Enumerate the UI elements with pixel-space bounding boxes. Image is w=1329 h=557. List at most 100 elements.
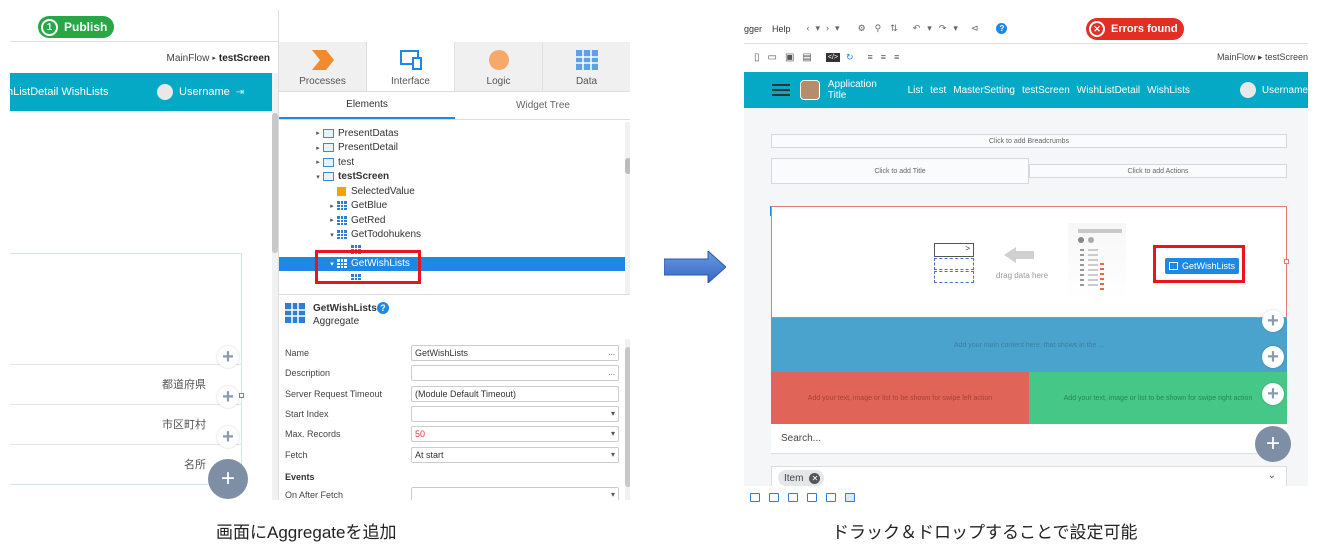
- nav-arrows-icon[interactable]: ‹▾›▾: [807, 23, 846, 34]
- add-content-plus-icon[interactable]: +: [1262, 383, 1284, 405]
- expand-caret-icon[interactable]: ▾: [327, 231, 337, 239]
- widget-tool-icon[interactable]: [769, 492, 779, 502]
- actions-placeholder[interactable]: Click to add Actions: [1029, 164, 1287, 178]
- publish-count-badge: 1: [41, 18, 58, 36]
- widget-tool-icon[interactable]: [845, 492, 855, 502]
- expand-caret-icon[interactable]: ▸: [313, 158, 323, 166]
- tree-item[interactable]: ▸ test: [279, 155, 625, 169]
- widget-tool-icon[interactable]: [826, 492, 836, 502]
- breadcrumbs-placeholder[interactable]: Click to add Breadcrumbs: [771, 134, 1287, 148]
- props-scrollbar[interactable]: [625, 339, 630, 500]
- prop-input[interactable]: 50 ▾: [411, 426, 619, 443]
- form-field-city[interactable]: 市区町村: [10, 404, 242, 444]
- widget-tool-icon[interactable]: [807, 492, 817, 502]
- menu-help[interactable]: Help: [772, 24, 791, 34]
- swipe-right-content[interactable]: Add your text, image or list to be shown…: [1029, 372, 1287, 424]
- logout-icon[interactable]: ⇥: [236, 87, 244, 98]
- prop-input[interactable]: At start ▾: [411, 446, 619, 463]
- header-links[interactable]: hListDetail WishLists: [10, 86, 157, 98]
- tree-item-label: GetRed: [351, 214, 386, 226]
- device-preview-icons[interactable]: ▯▭▣▤: [754, 52, 820, 63]
- header-nav-link[interactable]: test: [930, 85, 946, 96]
- tree-item-label: PresentDetail: [338, 142, 399, 153]
- prop-input[interactable]: GetWishLists...: [411, 345, 619, 361]
- tree-item-label: GetBlue: [351, 200, 388, 211]
- elements-subtabs: Elements Widget Tree: [279, 92, 630, 120]
- prop-input[interactable]: ▾: [411, 405, 619, 422]
- undo-redo-icon[interactable]: ↶▾↷▾: [913, 23, 965, 34]
- add-floating-button[interactable]: +: [1255, 426, 1291, 462]
- expand-caret-icon[interactable]: ▸: [327, 216, 337, 224]
- align-icons[interactable]: ≡≡≡: [868, 52, 908, 62]
- send-icon[interactable]: ⊲: [971, 23, 979, 34]
- resize-handle[interactable]: [1284, 259, 1289, 264]
- tree-item[interactable]: ▸ GetBlue: [279, 199, 625, 213]
- expand-caret-icon[interactable]: ▸: [313, 129, 323, 137]
- resize-handle[interactable]: [239, 393, 244, 398]
- close-icon[interactable]: ✕: [809, 472, 821, 484]
- prop-label: Max. Records: [285, 429, 341, 440]
- expand-caret-icon[interactable]: ▸: [327, 202, 337, 210]
- add-content-plus-icon[interactable]: +: [1262, 346, 1284, 368]
- subtab-widget-tree[interactable]: Widget Tree: [455, 92, 630, 119]
- prop-input[interactable]: ...: [411, 365, 619, 382]
- subtab-elements[interactable]: Elements: [279, 92, 455, 119]
- prop-dropdown[interactable]: ▾: [411, 487, 619, 500]
- header-nav-link[interactable]: WishListDetail: [1077, 85, 1140, 96]
- tree-item[interactable]: ▸ GetRed: [279, 213, 625, 227]
- tab-processes[interactable]: Processes: [279, 42, 367, 91]
- header-nav-link[interactable]: MasterSetting: [953, 85, 1015, 96]
- header-username[interactable]: Username: [179, 86, 230, 98]
- tree-item[interactable]: ▾ GetTodohukens: [279, 228, 625, 242]
- add-field-plus-icon[interactable]: +: [217, 386, 239, 408]
- prop-label: Name: [285, 348, 310, 358]
- breadcrumb-screen[interactable]: testScreen: [219, 53, 270, 64]
- tab-interface[interactable]: Interface: [367, 42, 455, 91]
- prop-input[interactable]: (Module Default Timeout): [411, 385, 619, 402]
- add-content-plus-icon[interactable]: +: [1262, 310, 1284, 332]
- menu-debugger[interactable]: gger: [744, 24, 762, 34]
- widget-tool-icon[interactable]: [788, 492, 798, 502]
- code-icon[interactable]: </>: [825, 52, 840, 62]
- tree-item[interactable]: ▸ PresentDetail: [279, 141, 625, 155]
- errors-found-button[interactable]: ✕ Errors found: [1086, 18, 1184, 40]
- tree-item[interactable]: ▾ testScreen: [279, 170, 625, 184]
- data-icon: [575, 50, 598, 70]
- widget-tool-icon[interactable]: [750, 492, 760, 502]
- header-nav-link[interactable]: WishLists: [1147, 85, 1190, 96]
- header-nav-link[interactable]: testScreen: [1022, 85, 1070, 96]
- help-icon[interactable]: ?: [996, 23, 1008, 34]
- form-field-prefecture[interactable]: 都道府県: [10, 364, 242, 404]
- expand-caret-icon[interactable]: ▸: [313, 144, 323, 152]
- refresh-icon[interactable]: ↻: [846, 52, 854, 63]
- add-field-plus-icon[interactable]: +: [217, 426, 239, 448]
- tree-item[interactable]: ▸ PresentDatas: [279, 126, 625, 140]
- expand-caret-icon[interactable]: ▾: [313, 173, 323, 181]
- swipe-main-content[interactable]: Add your main content here, that shows i…: [771, 318, 1287, 372]
- aggregate-icon: [337, 201, 347, 210]
- breadcrumb-flow[interactable]: MainFlow: [167, 53, 210, 64]
- swipe-left-content[interactable]: Add your text, image or list to be shown…: [771, 372, 1029, 424]
- search-input[interactable]: Search...: [771, 424, 1287, 454]
- chevron-down-icon: ▾: [610, 408, 615, 418]
- header-nav-link[interactable]: List: [908, 85, 924, 96]
- hamburger-menu-icon[interactable]: [772, 84, 790, 96]
- toolbar-tools-icon[interactable]: ⚙⚲⇅: [858, 23, 907, 34]
- item-chip[interactable]: Item ✕: [778, 470, 825, 486]
- properties-editor: GetWishLists ? Aggregate Name GetWishList…: [279, 294, 630, 500]
- help-icon[interactable]: ?: [377, 302, 389, 314]
- caption-right: ドラック＆ドロップすることで設定可能: [832, 523, 1138, 542]
- tree-item[interactable]: SelectedValue: [279, 184, 625, 198]
- tab-logic[interactable]: Logic: [455, 42, 543, 91]
- title-placeholder[interactable]: Click to add Title: [771, 158, 1029, 184]
- highlight-box: [315, 250, 421, 284]
- header-username[interactable]: Username: [1262, 85, 1308, 96]
- prop-label: Start Index: [285, 408, 329, 419]
- top-toolbar: gger Help ‹▾›▾ ⚙⚲⇅ ↶▾↷▾ ⊲ ? ✕ Errors fou…: [744, 14, 1308, 44]
- chevron-down-icon[interactable]: ⌄: [1268, 470, 1276, 481]
- add-floating-button[interactable]: +: [208, 459, 248, 499]
- tree-scrollbar[interactable]: [625, 122, 630, 294]
- add-field-plus-icon[interactable]: +: [217, 346, 239, 368]
- publish-button[interactable]: 1 Publish: [38, 16, 114, 38]
- tab-data[interactable]: Data: [543, 42, 630, 91]
